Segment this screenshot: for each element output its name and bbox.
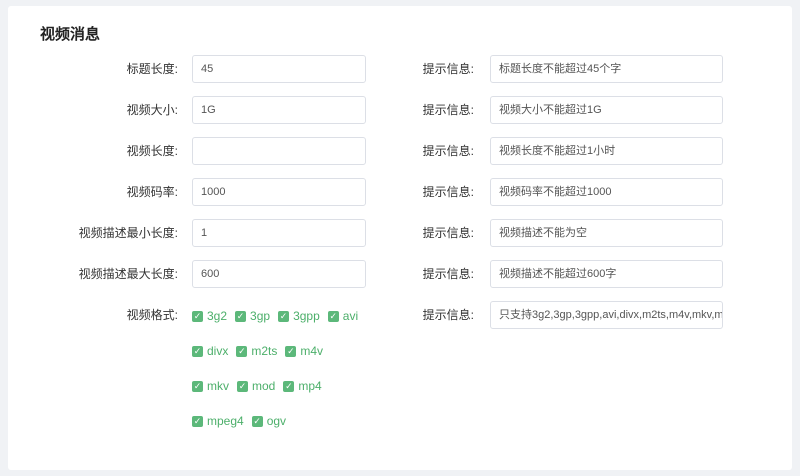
- hint-input[interactable]: 视频长度不能超过1小时: [490, 137, 723, 165]
- checkbox-checked-icon[interactable]: ✓: [285, 345, 297, 357]
- hint-input[interactable]: 视频描述不能为空: [490, 219, 723, 247]
- format-row: 视频格式: 提示信息: 只支持3g2,3gp,3gpp,avi,divx,m2t…: [8, 301, 792, 329]
- format-checkbox-m4v[interactable]: ✓ m4v: [285, 344, 323, 358]
- format-checkbox-mod[interactable]: ✓ mod: [237, 379, 275, 393]
- checkbox-checked-icon[interactable]: ✓: [236, 345, 248, 357]
- field-row: 视频描述最大长度: 提示信息: 视频描述不能超过600字: [8, 260, 792, 288]
- checkbox-label: 3g2: [207, 309, 228, 323]
- format-checkbox-mp4[interactable]: ✓ mp4: [283, 379, 322, 393]
- checkbox-label: mpeg4: [207, 414, 244, 428]
- checkbox-checked-icon[interactable]: ✓: [237, 380, 248, 392]
- checkbox-label: mkv: [207, 379, 229, 393]
- hint-label: 提示信息:: [422, 267, 474, 281]
- checkbox-checked-icon[interactable]: ✓: [327, 310, 339, 322]
- format-hint-input[interactable]: 只支持3g2,3gp,3gpp,avi,divx,m2ts,m4v,mkv,mo…: [490, 301, 723, 329]
- format-checkbox-row: ✓ divx ✓ m2ts ✓ m4v: [192, 344, 323, 358]
- format-checkbox-row: ✓ mpeg4 ✓ ogv: [192, 414, 286, 428]
- format-checkbox-3g2[interactable]: ✓ 3g2: [192, 309, 227, 323]
- checkbox-checked-icon[interactable]: ✓: [251, 415, 263, 427]
- section-title: 视频消息: [40, 26, 101, 43]
- field-row: 视频长度: 提示信息: 视频长度不能超过1小时: [8, 137, 792, 165]
- field-label: 视频描述最大长度:: [78, 267, 178, 281]
- format-checkbox-row: ✓ 3g2 ✓ 3gp ✓ 3gpp ✓ avi: [192, 309, 358, 323]
- format-checkbox-row: ✓ mkv ✓ mod ✓ mp4: [192, 379, 322, 393]
- checkbox-label: 3gp: [250, 309, 271, 323]
- format-checkbox-mkv[interactable]: ✓ mkv: [192, 379, 229, 393]
- checkbox-checked-icon[interactable]: ✓: [283, 380, 295, 392]
- field-label: 视频大小:: [126, 103, 178, 117]
- checkbox-label: ogv: [266, 414, 287, 428]
- format-checkbox-mpeg4[interactable]: ✓ mpeg4: [192, 414, 244, 428]
- field-row: 标题长度: 提示信息: 标题长度不能超过45个字: [8, 55, 792, 83]
- hint-label: 提示信息:: [422, 103, 474, 117]
- checkbox-checked-icon[interactable]: ✓: [235, 310, 247, 322]
- field-label: 视频长度:: [126, 144, 178, 158]
- hint-label: 提示信息:: [422, 226, 474, 240]
- hint-label: 提示信息:: [422, 185, 474, 199]
- field-label: 标题长度:: [126, 62, 178, 76]
- checkbox-label: m2ts: [251, 344, 278, 358]
- format-checkbox-avi[interactable]: ✓ avi: [327, 309, 359, 323]
- field-row: 视频码率: 提示信息: 视频码率不能超过1000: [8, 178, 792, 206]
- hint-label: 提示信息:: [422, 62, 474, 76]
- checkbox-checked-icon[interactable]: ✓: [192, 380, 203, 392]
- checkbox-label: avi: [342, 309, 359, 323]
- hint-input[interactable]: 视频码率不能超过1000: [490, 178, 723, 206]
- hint-input[interactable]: 视频描述不能超过600字: [490, 260, 723, 288]
- field-row: 视频描述最小长度: 提示信息: 视频描述不能为空: [8, 219, 792, 247]
- checkbox-checked-icon[interactable]: ✓: [192, 345, 203, 357]
- field-row: 视频大小: 提示信息: 视频大小不能超过1G: [8, 96, 792, 124]
- checkbox-label: divx: [207, 344, 229, 358]
- hint-input[interactable]: 标题长度不能超过45个字: [490, 55, 723, 83]
- checkbox-checked-icon[interactable]: ✓: [192, 415, 203, 427]
- checkbox-checked-icon[interactable]: ✓: [278, 310, 290, 322]
- checkbox-label: mod: [252, 379, 276, 393]
- format-checkbox-3gp[interactable]: ✓ 3gp: [235, 309, 270, 323]
- format-checkbox-m2ts[interactable]: ✓ m2ts: [236, 344, 277, 358]
- checkbox-label: mp4: [298, 379, 322, 393]
- format-checkbox-3gpp[interactable]: ✓ 3gpp: [278, 309, 320, 323]
- hint-label: 提示信息:: [422, 144, 474, 158]
- format-checkbox-divx[interactable]: ✓ divx: [192, 344, 228, 358]
- checkbox-label: m4v: [300, 344, 324, 358]
- video-message-card: 视频消息 标题长度: 提示信息: 标题长度不能超过45个字 视频大小: 提示信息…: [8, 6, 792, 470]
- checkbox-label: 3gpp: [293, 309, 320, 323]
- checkbox-checked-icon[interactable]: ✓: [192, 310, 203, 322]
- hint-input[interactable]: 视频大小不能超过1G: [490, 96, 723, 124]
- format-checkbox-ogv[interactable]: ✓ ogv: [251, 414, 287, 428]
- format-label: 视频格式:: [126, 308, 178, 322]
- field-label: 视频码率:: [126, 185, 178, 199]
- field-label: 视频描述最小长度:: [78, 226, 178, 240]
